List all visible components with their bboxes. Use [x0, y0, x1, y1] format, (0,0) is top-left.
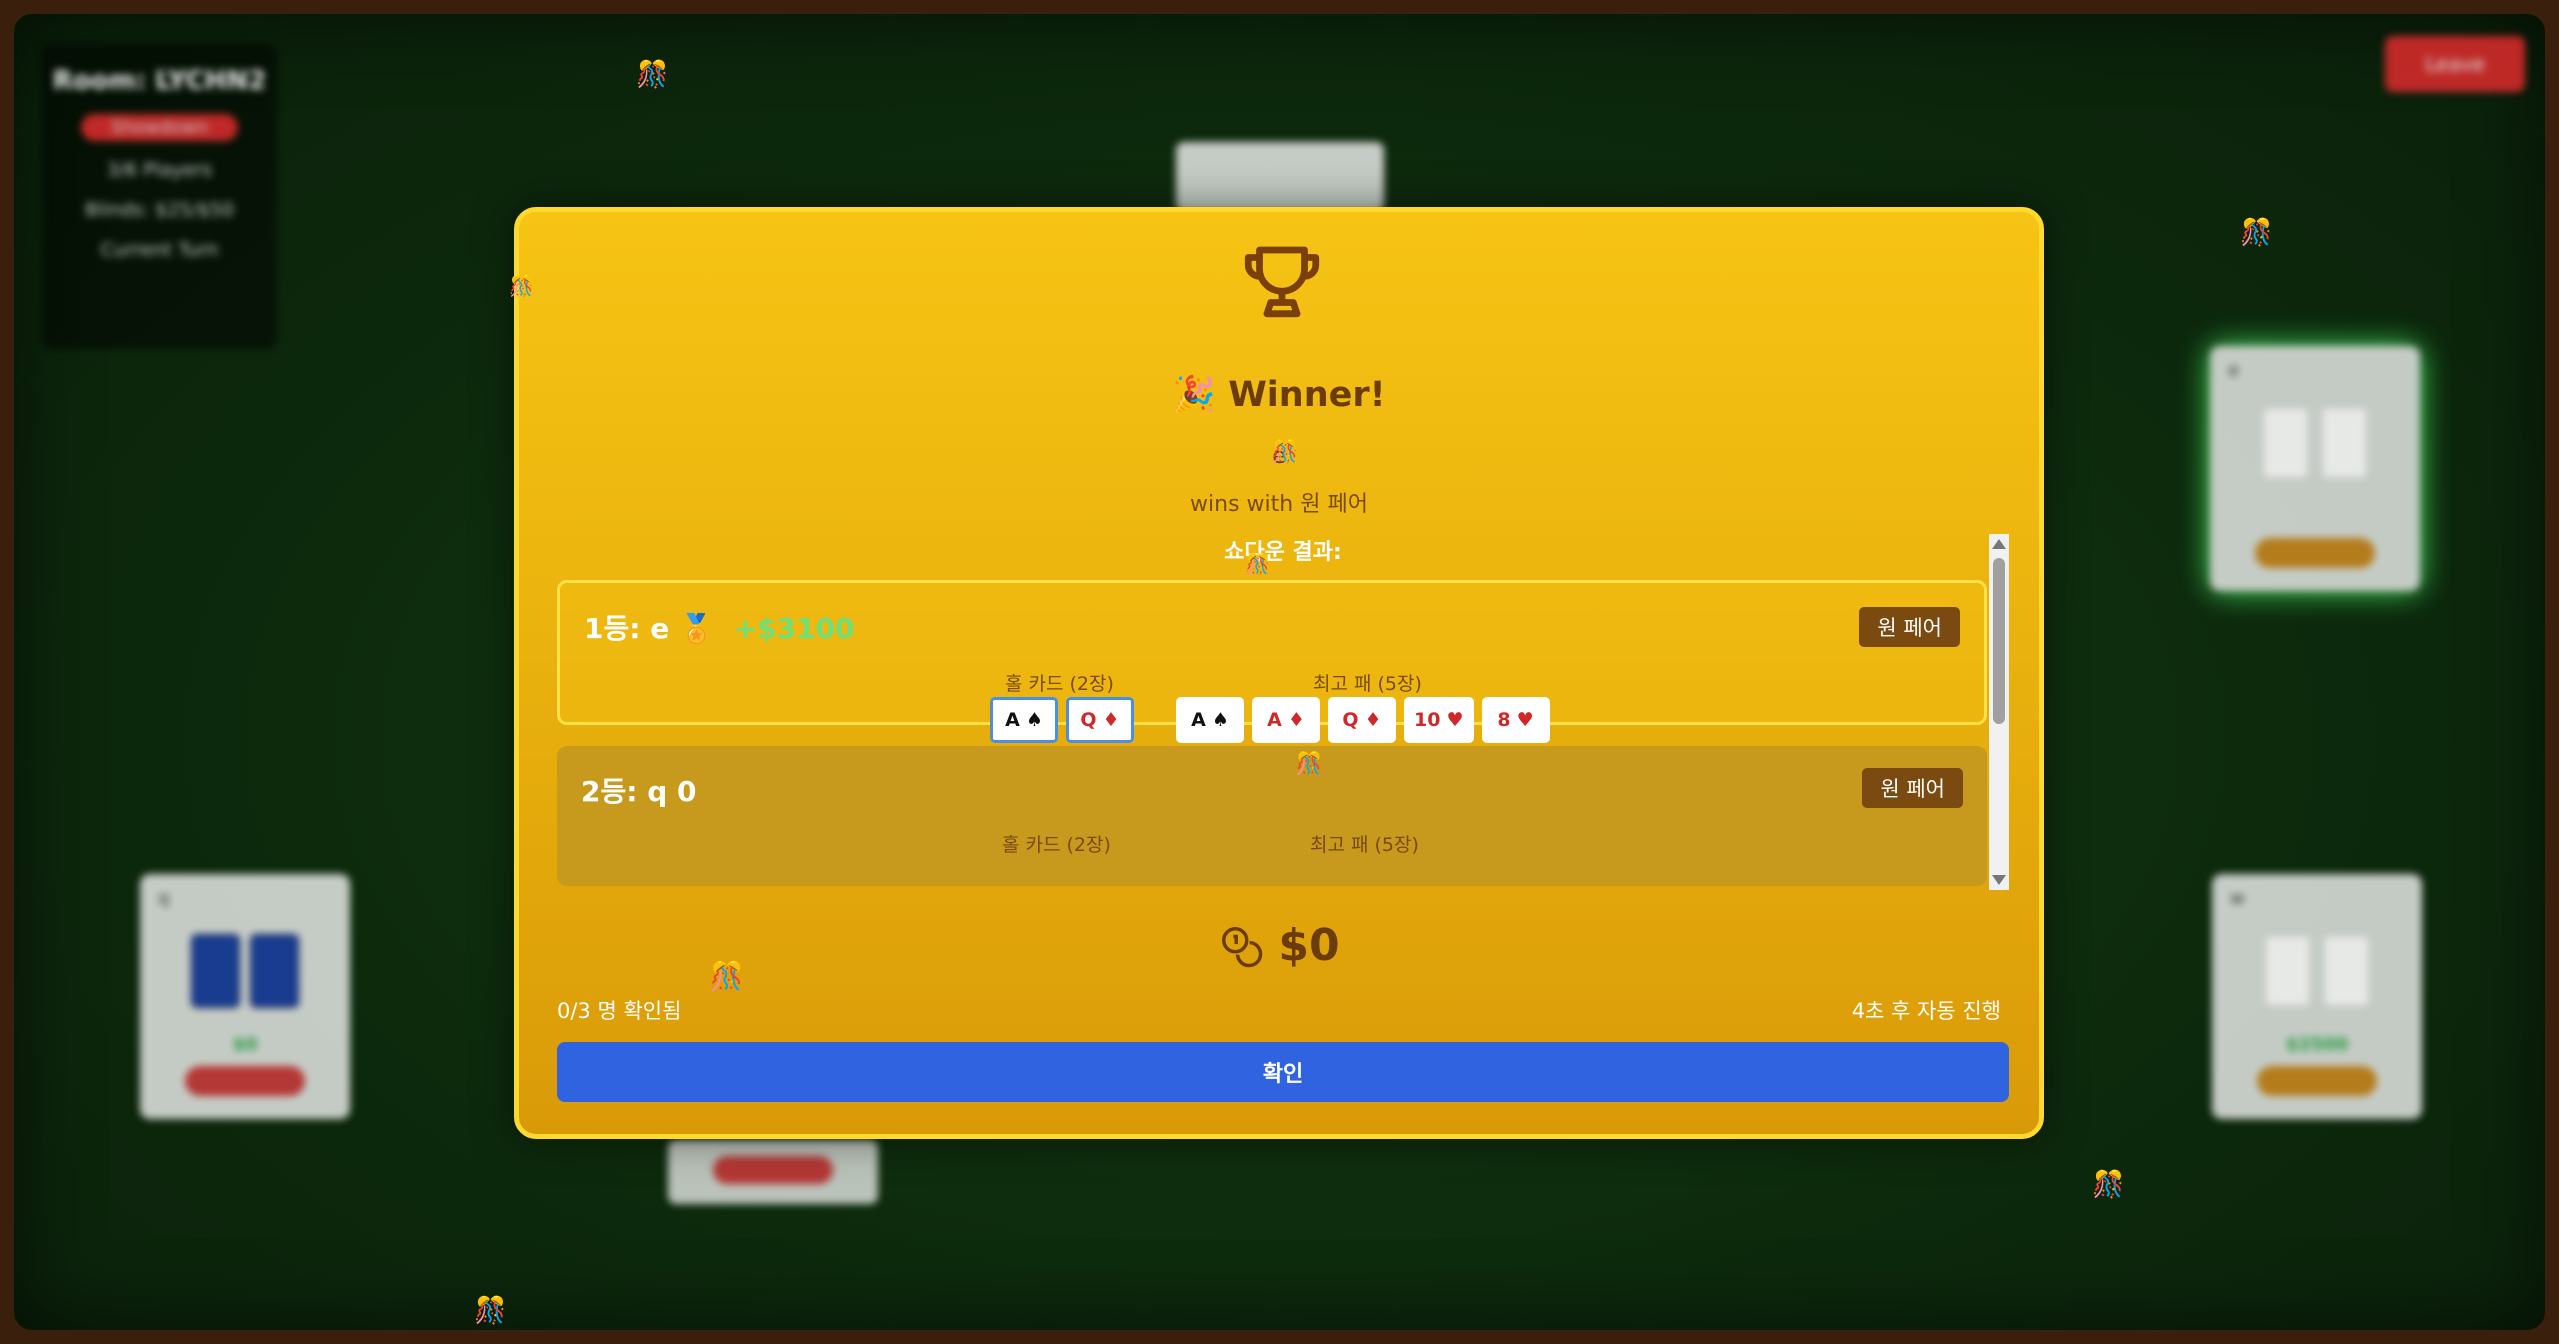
winning-hand: 원 페어	[1300, 492, 1368, 517]
coins-icon	[1222, 926, 1263, 967]
result-row: 1등: e 🏅 +$3100 원 페어 홀 카드 (2장) 최고 패 (5장) …	[557, 580, 1987, 743]
seat-top	[1176, 142, 1384, 212]
leave-label: Leave	[2425, 52, 2485, 76]
seat-name: w	[2230, 888, 2245, 909]
modal-title: Winner!	[1228, 375, 1386, 415]
confetti-icon: 🎊	[636, 60, 669, 90]
confetti-icon: 🎊	[474, 1296, 507, 1326]
auto-next-timer: 4초 후 자동 진행	[1851, 999, 2001, 1023]
confetti-icon: 🎊	[1245, 552, 1270, 576]
playing-card: A ♦	[1252, 697, 1320, 743]
seat-chips: $0	[232, 1034, 258, 1055]
seat-name: q	[158, 888, 170, 909]
trophy-icon	[1244, 246, 1320, 318]
result-place: 2등: q 0	[581, 775, 697, 808]
blinds-info: Blinds: $25/$50	[85, 199, 234, 221]
confetti-icon: 🎊	[2092, 1170, 2125, 1200]
playing-card: 10 ♥	[1404, 697, 1474, 743]
hole-cards-label: 홀 카드 (2장)	[1002, 834, 1111, 856]
room-info-panel: Room: LYCHN2 Showdown 3/6 Players Blinds…	[42, 44, 277, 349]
confetti-icon: 🎊	[1295, 752, 1323, 777]
playing-card: Q ♦	[1066, 697, 1134, 743]
seat-tag	[2255, 538, 2375, 568]
best-hand-label: 최고 패 (5장)	[1313, 673, 1422, 695]
hand-badge: 원 페어	[1862, 768, 1963, 808]
card	[2263, 934, 2312, 1008]
card-back	[191, 934, 240, 1008]
best-cards: A ♠ A ♦ Q ♦ 10 ♥ 8 ♥	[1176, 697, 1550, 743]
playing-card: A ♠	[990, 697, 1058, 743]
confirm-count: 0/3 명 확인됨	[557, 999, 682, 1023]
pot-display: $0	[519, 920, 2039, 971]
result-prize: +$3100	[733, 612, 855, 645]
card	[2261, 406, 2310, 480]
current-turn-label: Current Turn	[100, 239, 219, 261]
leave-button[interactable]: Leave	[2385, 36, 2525, 92]
wins-with-text: wins with 원 페어	[1190, 492, 1368, 517]
confetti-icon: 🎊	[709, 960, 744, 993]
seat-left: q $0	[140, 874, 350, 1119]
seat-right-top: e	[2210, 346, 2420, 591]
hole-cards: A ♠ Q ♦	[990, 697, 1134, 743]
best-hand-label: 최고 패 (5장)	[1310, 834, 1419, 856]
hole-cards-label: 홀 카드 (2장)	[1005, 673, 1114, 695]
room-title: Room: LYCHN2	[52, 66, 267, 96]
seat-chips: $2500	[2285, 1034, 2349, 1055]
seat-tag	[2257, 1066, 2377, 1096]
showdown-results[interactable]: 쇼다운 결과: 1등: e 🏅 +$3100 원 페어 홀 카드 (2장) 최고…	[557, 534, 2009, 890]
hand-badge: 원 페어	[1859, 607, 1960, 647]
scroll-thumb[interactable]	[1993, 558, 2005, 724]
playing-card: A ♠	[1176, 697, 1244, 743]
confetti-icon: 🎊	[509, 274, 534, 298]
seat-right-bottom: w $2500	[2212, 874, 2422, 1119]
result-row: 2등: q 0 원 페어 홀 카드 (2장) 최고 패 (5장)	[557, 746, 1987, 886]
showdown-title: 쇼다운 결과:	[1224, 540, 1342, 565]
confetti-icon: 🎊	[2240, 218, 2273, 248]
pot-amount: $0	[1278, 920, 1340, 971]
card	[2320, 406, 2369, 480]
scroll-down-icon[interactable]	[1992, 875, 2006, 885]
medal-icon: 🏅	[678, 612, 714, 645]
playing-card: 8 ♥	[1481, 697, 1550, 743]
confetti-icon: 🎊	[1271, 440, 1299, 465]
card	[2322, 934, 2371, 1008]
players-count: 3/6 Players	[106, 159, 213, 181]
seat-bottom	[668, 1140, 878, 1204]
card-back	[250, 934, 299, 1008]
result-place: 1등: e	[584, 612, 670, 645]
status-badge: Showdown	[80, 114, 239, 141]
party-icon: 🎉	[1172, 375, 1216, 415]
scroll-up-icon[interactable]	[1992, 539, 2006, 549]
results-scrollbar[interactable]	[1989, 534, 2009, 890]
seat-bottom-tag	[713, 1156, 833, 1184]
winner-modal: 🎉 Winner! e wins with 원 페어 쇼다운 결과: 1등: e…	[509, 207, 2044, 1139]
seat-name: e	[2228, 360, 2240, 381]
confirm-button[interactable]: 확인	[557, 1042, 2009, 1102]
playing-card: Q ♦	[1328, 697, 1396, 743]
seat-tag	[185, 1066, 305, 1096]
